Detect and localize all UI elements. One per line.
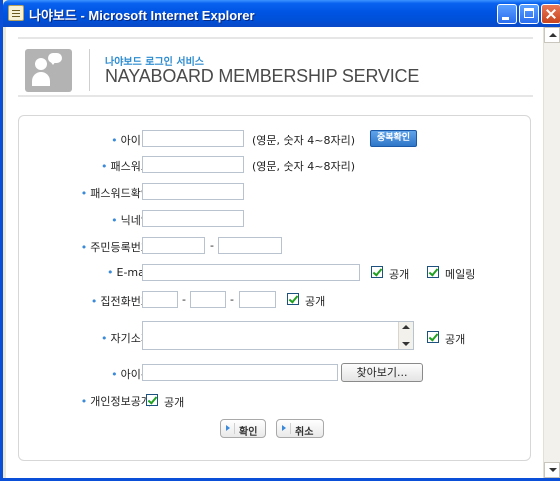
scroll-up-icon[interactable] (544, 27, 560, 43)
home-phone-area-input[interactable] (142, 291, 178, 308)
rrn-back-input[interactable] (218, 237, 282, 254)
email-public-label: 공개 (389, 268, 410, 281)
cancel-button[interactable]: 취소 (276, 419, 324, 438)
page-scrollbar[interactable] (543, 27, 560, 478)
header-bottom-divider (18, 95, 533, 97)
close-button[interactable] (541, 4, 560, 24)
id-input[interactable] (142, 130, 244, 147)
minimize-button[interactable] (497, 4, 517, 24)
nickname-input[interactable] (142, 210, 244, 227)
header-top-divider (18, 37, 533, 39)
window-title: 나야보드 - Microsoft Internet Explorer (29, 8, 255, 23)
intro-textarea[interactable] (142, 321, 414, 350)
home-phone-separator-1: - (182, 293, 186, 306)
arrow-right-icon (226, 425, 230, 431)
phone-public-label: 공개 (305, 295, 326, 308)
email-mailing-checkbox[interactable] (427, 266, 439, 278)
privacy-public-label: 공개 (164, 396, 185, 409)
title-bar[interactable]: 나야보드 - Microsoft Internet Explorer (3, 0, 560, 27)
id-hint: (영문, 숫자 4~8자리) (252, 134, 356, 147)
email-public-checkbox[interactable] (371, 266, 383, 278)
home-phone-mid-input[interactable] (190, 291, 226, 308)
browse-button[interactable]: 찾아보기... (341, 363, 423, 382)
arrow-right-icon (282, 425, 286, 431)
check-duplicate-button[interactable]: 중복확인 (370, 130, 417, 147)
scroll-down-icon[interactable] (544, 462, 560, 478)
maximize-button[interactable] (519, 4, 539, 24)
intro-scrollbar[interactable] (398, 322, 413, 349)
email-mailing-label: 메일링 (445, 268, 476, 281)
privacy-public-checkbox[interactable] (146, 394, 158, 406)
rrn-separator: - (210, 239, 214, 252)
intro-public-label: 공개 (445, 333, 466, 346)
privacy-label: • 개인정보공개 (80, 395, 151, 408)
member-logo-icon (25, 49, 72, 92)
header-separator (89, 49, 90, 91)
password-confirm-input[interactable] (142, 183, 244, 200)
app-icon[interactable] (8, 5, 24, 21)
confirm-button[interactable]: 확인 (220, 419, 266, 438)
icon-file-input[interactable] (142, 364, 338, 381)
email-input[interactable] (142, 264, 360, 281)
password-hint: (영문, 숫자 4~8자리) (252, 160, 356, 173)
password-confirm-label: • 패스워드확인 (80, 187, 151, 200)
password-input[interactable] (142, 156, 244, 173)
intro-public-checkbox[interactable] (427, 331, 439, 343)
home-phone-separator-2: - (230, 293, 234, 306)
page-title: NAYABOARD MEMBERSHIP SERVICE (105, 66, 420, 86)
phone-public-checkbox[interactable] (287, 293, 299, 305)
rrn-front-input[interactable] (142, 237, 205, 254)
rrn-label: • 주민등록번호 (80, 241, 151, 254)
home-phone-last-input[interactable] (239, 291, 276, 308)
